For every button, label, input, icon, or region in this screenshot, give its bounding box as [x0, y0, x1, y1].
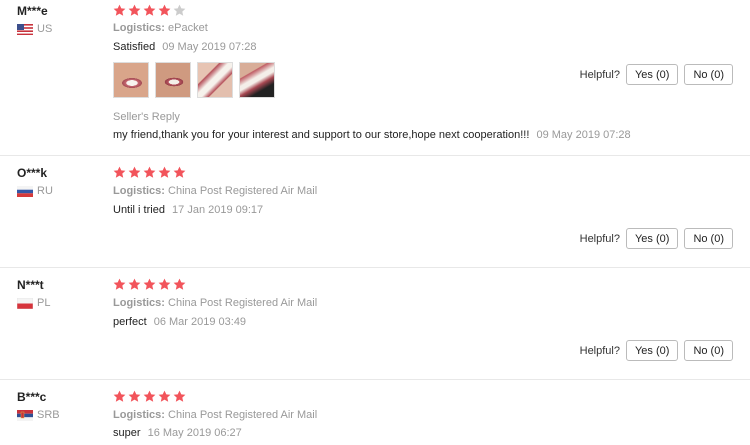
- star-filled-icon: [143, 166, 156, 178]
- helpful-no-button[interactable]: No (0): [684, 228, 733, 249]
- country-code: SRB: [37, 409, 60, 421]
- us-flag-icon: [17, 23, 33, 35]
- star-filled-icon: [143, 390, 156, 402]
- reviewer-country: US: [17, 23, 52, 35]
- star-filled-icon: [113, 4, 126, 16]
- review-date: 16 May 2019 06:27: [147, 427, 242, 439]
- seller-reply-date: 09 May 2019 07:28: [536, 129, 631, 141]
- logistics-info: Logistics: ePacket: [113, 22, 208, 34]
- logistics-label: Logistics:: [113, 22, 165, 34]
- star-filled-icon: [158, 4, 171, 16]
- review-text: perfect: [113, 316, 147, 328]
- helpful-yes-button[interactable]: Yes (0): [625, 228, 679, 249]
- country-code: PL: [37, 297, 51, 309]
- review-item: O***k RU Logistics: China Post Registere…: [0, 155, 750, 267]
- reviewer-country: SRB: [17, 409, 60, 421]
- country-code: US: [37, 23, 53, 35]
- logistics-label: Logistics:: [113, 297, 165, 309]
- star-empty-icon: [173, 4, 186, 16]
- ru-flag-icon: [17, 185, 33, 197]
- review-text-line: super 16 May 2019 06:27: [113, 427, 242, 439]
- logistics-value: ePacket: [168, 22, 208, 34]
- helpful-no-button[interactable]: No (0): [684, 340, 733, 361]
- star-filled-icon: [158, 278, 171, 290]
- star-filled-icon: [113, 390, 126, 402]
- smile-photo-thumbnail[interactable]: [155, 62, 191, 98]
- helpful-no-button[interactable]: No (0): [684, 64, 733, 85]
- star-filled-icon: [113, 166, 126, 178]
- logistics-info: Logistics: China Post Registered Air Mai…: [113, 185, 317, 197]
- star-filled-icon: [128, 166, 141, 178]
- seller-reply: my friend,thank you for your interest an…: [113, 129, 631, 141]
- reviewer-name: N***t: [17, 278, 44, 292]
- star-filled-icon: [113, 278, 126, 290]
- star-filled-icon: [158, 390, 171, 402]
- star-filled-icon: [173, 166, 186, 178]
- logistics-info: Logistics: China Post Registered Air Mai…: [113, 297, 317, 309]
- helpful-yes-button[interactable]: Yes (0): [625, 340, 679, 361]
- logistics-label: Logistics:: [113, 409, 165, 421]
- reviewer-name: M***e: [17, 4, 48, 18]
- rs-flag-icon: [17, 409, 33, 421]
- star-filled-icon: [128, 4, 141, 16]
- review-text-line: perfect 06 Mar 2019 03:49: [113, 316, 246, 328]
- review-item: B***c SRB Logistics: China Post Register…: [0, 379, 750, 445]
- review-item: N***t PL Logistics: China Post Registere…: [0, 267, 750, 379]
- logistics-label: Logistics:: [113, 185, 165, 197]
- review-date: 09 May 2019 07:28: [162, 41, 257, 53]
- seller-reply-label: Seller's Reply: [113, 111, 180, 123]
- helpful-yes-button[interactable]: Yes (0): [625, 64, 679, 85]
- helpful-vote: Helpful? Yes (0) No (0): [580, 64, 733, 85]
- review-photos: [113, 62, 275, 98]
- star-filled-icon: [173, 390, 186, 402]
- country-code: RU: [37, 185, 53, 197]
- review-text-line: Satisfied 09 May 2019 07:28: [113, 41, 256, 53]
- smile-photo-thumbnail[interactable]: [113, 62, 149, 98]
- star-filled-icon: [143, 4, 156, 16]
- smile-photo-thumbnail[interactable]: [197, 62, 233, 98]
- review-text: Until i tried: [113, 204, 165, 216]
- star-rating: [113, 166, 186, 179]
- star-rating: [113, 390, 186, 403]
- logistics-value: China Post Registered Air Mail: [168, 185, 318, 197]
- smile-photo-thumbnail[interactable]: [239, 62, 275, 98]
- seller-reply-text: my friend,thank you for your interest an…: [113, 129, 530, 141]
- star-filled-icon: [143, 278, 156, 290]
- review-text-line: Until i tried 17 Jan 2019 09:17: [113, 204, 263, 216]
- reviewer-name: O***k: [17, 166, 48, 180]
- helpful-label: Helpful?: [579, 68, 620, 81]
- logistics-info: Logistics: China Post Registered Air Mai…: [113, 409, 317, 421]
- star-rating: [113, 4, 186, 17]
- star-filled-icon: [128, 278, 141, 290]
- star-filled-icon: [173, 278, 186, 290]
- reviewer-country: RU: [17, 185, 53, 197]
- star-filled-icon: [128, 390, 141, 402]
- helpful-vote: Helpful? Yes (0) No (0): [580, 340, 733, 361]
- logistics-value: China Post Registered Air Mail: [168, 297, 318, 309]
- star-filled-icon: [158, 166, 171, 178]
- review-text: Satisfied: [113, 41, 156, 53]
- helpful-label: Helpful?: [579, 232, 620, 245]
- review-date: 06 Mar 2019 03:49: [153, 316, 247, 328]
- logistics-value: China Post Registered Air Mail: [168, 409, 318, 421]
- helpful-vote: Helpful? Yes (0) No (0): [580, 228, 733, 249]
- reviewer-name: B***c: [17, 390, 47, 404]
- star-rating: [113, 278, 186, 291]
- reviewer-country: PL: [17, 297, 50, 309]
- review-text: super: [113, 427, 141, 439]
- review-item: M***e US Logistics: ePacket Satisfied 09…: [0, 0, 750, 155]
- pl-flag-icon: [17, 297, 33, 309]
- helpful-label: Helpful?: [579, 344, 620, 357]
- review-date: 17 Jan 2019 09:17: [172, 204, 264, 216]
